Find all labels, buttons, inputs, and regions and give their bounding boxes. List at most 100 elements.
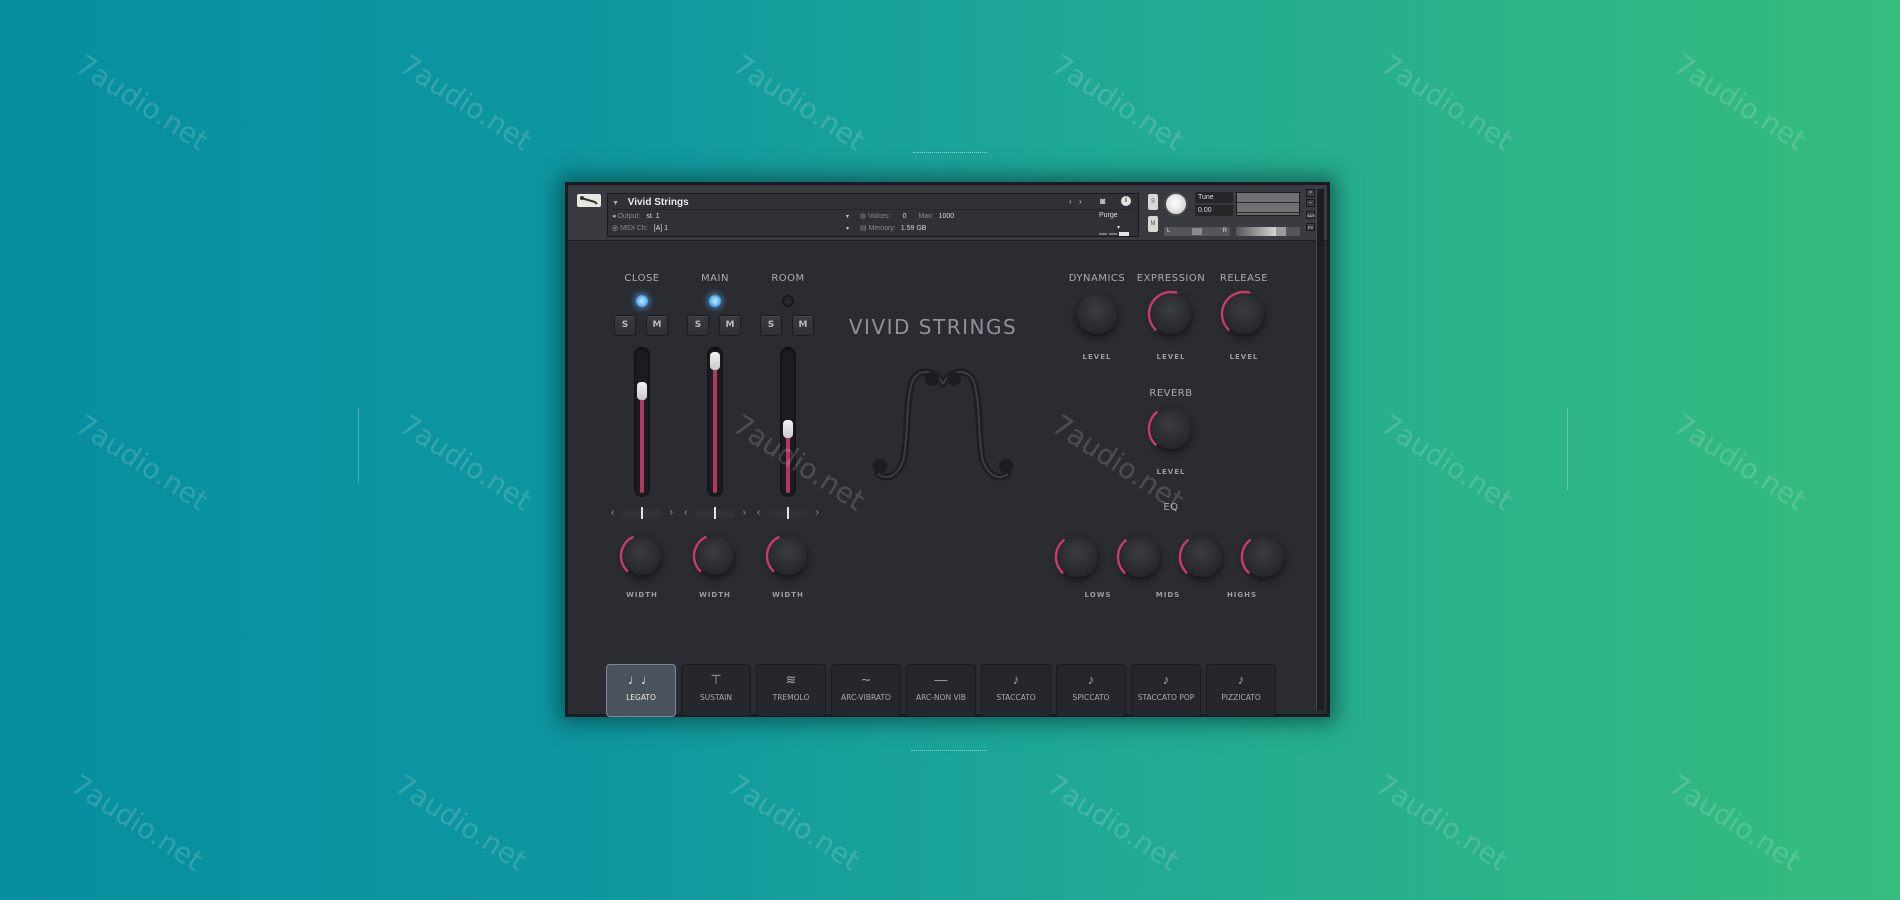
midi-label: MIDI Ch:: [620, 225, 648, 232]
watermark-text: 7audio.net: [727, 48, 871, 158]
dynamics-knob[interactable]: [1077, 294, 1117, 334]
solo-button-close[interactable]: S: [614, 315, 636, 336]
tune-knob[interactable]: [1164, 192, 1188, 216]
pan-position-marker[interactable]: [787, 507, 789, 519]
mic-label-close: CLOSE: [624, 273, 660, 284]
pan-control-room[interactable]: ‹ ›: [755, 506, 821, 520]
voices-value: 0: [902, 213, 907, 220]
minimize-instrument-button[interactable]: –: [1306, 199, 1315, 207]
watermark-text: 7audio.net: [70, 48, 214, 158]
solo-button-main[interactable]: S: [687, 315, 709, 336]
pan-position-marker[interactable]: [641, 507, 643, 519]
max-voices-value[interactable]: 1000: [939, 213, 955, 220]
memory-row: ▤ Memory: 1.59 GB: [860, 223, 926, 235]
eq-knob-4[interactable]: [1240, 537, 1284, 577]
snapshot-camera-icon[interactable]: ◙: [1100, 196, 1105, 206]
fader-thumb[interactable]: [710, 352, 720, 370]
volume-fader-close[interactable]: [634, 347, 650, 497]
mute-button-room[interactable]: M: [792, 315, 814, 336]
midi-dropdown-arrow-icon[interactable]: ▾: [846, 224, 849, 234]
articulation-arc-vibrato[interactable]: ∼ ARC-VIBRATO: [831, 664, 901, 717]
mute-button-close[interactable]: M: [646, 315, 668, 336]
output-value[interactable]: st. 1: [646, 213, 659, 220]
articulation-tremolo[interactable]: ≋ TREMOLO: [756, 664, 826, 717]
next-instrument-icon[interactable]: ›: [1079, 197, 1082, 207]
volume-fader-room[interactable]: [780, 347, 796, 497]
articulation-staccato[interactable]: ♪ STACCATO: [981, 664, 1051, 717]
eq-knob-3[interactable]: [1178, 537, 1222, 577]
release-knob[interactable]: [1220, 290, 1264, 334]
expression-knob[interactable]: [1147, 290, 1191, 334]
instrument-volume-slider[interactable]: [1236, 227, 1300, 236]
width-knob-close[interactable]: [619, 536, 661, 575]
articulation-pizzicato[interactable]: ♪ PIZZICATO: [1206, 664, 1276, 717]
instrument-scrollbar[interactable]: [1316, 189, 1324, 710]
close-instrument-button[interactable]: ×: [1306, 189, 1315, 197]
volume-slider-thumb[interactable]: [1276, 227, 1286, 236]
decorative-line-left: [358, 408, 359, 483]
max-voices-label: Max:: [918, 213, 934, 220]
info-icon[interactable]: i: [1121, 196, 1131, 206]
articulation-staccato-pop[interactable]: ♪ STACCATO POP: [1131, 664, 1201, 717]
instrument-pan-slider[interactable]: L R: [1164, 227, 1230, 236]
instrument-name-row[interactable]: ▼ Vivid Strings: [612, 196, 1134, 210]
articulation-label: STACCATO POP: [1137, 693, 1195, 702]
width-knob-main[interactable]: [692, 536, 734, 575]
fader-thumb[interactable]: [783, 420, 793, 438]
mic-enable-led-main[interactable]: [709, 295, 721, 307]
pan-control-main[interactable]: ‹ ›: [682, 506, 748, 520]
mute-instrument-button[interactable]: M: [1148, 216, 1158, 232]
memory-value: 1.59 GB: [900, 225, 927, 232]
pan-left-arrow-icon[interactable]: ‹: [611, 506, 614, 520]
decorative-dots-top: [913, 152, 987, 154]
pan-slider-thumb[interactable]: [1192, 228, 1202, 235]
instrument-info-box: ▼ Vivid Strings ◂ Output: st. 1 ◎ MIDI C…: [607, 193, 1139, 237]
instrument-name[interactable]: Vivid Strings: [628, 197, 689, 208]
pan-control-close[interactable]: ‹ ›: [609, 506, 675, 520]
pan-right-arrow-icon[interactable]: ›: [670, 506, 673, 520]
midi-value[interactable]: [A] 1: [654, 225, 668, 232]
eq-knob-1[interactable]: [1054, 537, 1098, 577]
articulation-spiccato[interactable]: ♪ SPICCATO: [1056, 664, 1126, 717]
solo-instrument-button[interactable]: S: [1148, 194, 1158, 210]
mic-enable-led-close[interactable]: [636, 295, 648, 307]
staccato-pop-note-icon: ♪: [1162, 672, 1170, 687]
output-dropdown-arrow-icon[interactable]: ▾: [846, 212, 849, 222]
width-label-main: WIDTH: [699, 591, 731, 599]
midi-row[interactable]: ◎ MIDI Ch: [A] 1: [612, 223, 668, 235]
mute-button-main[interactable]: M: [719, 315, 741, 336]
tune-value[interactable]: 0.00: [1195, 205, 1233, 216]
articulation-label: LEGATO: [626, 693, 656, 702]
aux-button[interactable]: AUX: [1306, 211, 1315, 219]
fader-level-fill: [640, 391, 644, 493]
instrument-logo-button[interactable]: [577, 194, 601, 207]
eq-knob-2-value-arc: [1116, 539, 1127, 574]
pv-button[interactable]: PV: [1306, 223, 1315, 231]
articulation-sustain[interactable]: ⊤ SUSTAIN: [681, 664, 751, 717]
watermark-text: 7audio.net: [65, 768, 209, 878]
articulation-legato[interactable]: ♩♩ LEGATO: [606, 664, 676, 717]
pan-right-arrow-icon[interactable]: ›: [743, 506, 746, 520]
mic-enable-led-room[interactable]: [782, 295, 794, 307]
eq-knob-2[interactable]: [1116, 537, 1160, 577]
output-row[interactable]: ◂ Output: st. 1: [612, 211, 660, 223]
sustain-note-icon: ⊤: [710, 672, 722, 687]
collapse-triangle-icon[interactable]: ▼: [612, 200, 619, 207]
width-knob-room[interactable]: [765, 536, 807, 575]
straight-line-icon: —: [934, 672, 948, 687]
volume-fader-main[interactable]: [707, 347, 723, 497]
articulation-arc-non-vib[interactable]: — ARC-NON VIB: [906, 664, 976, 717]
fader-level-fill: [713, 361, 717, 493]
reverb-knob[interactable]: [1147, 409, 1191, 449]
pan-position-marker[interactable]: [714, 507, 716, 519]
reverb-level-label: LEVEL: [1156, 468, 1186, 476]
solo-button-room[interactable]: S: [760, 315, 782, 336]
expression-level-label: LEVEL: [1156, 353, 1186, 361]
eq-label: EQ: [1163, 502, 1179, 513]
pan-right-arrow-icon[interactable]: ›: [816, 506, 819, 520]
pan-left-arrow-icon[interactable]: ‹: [757, 506, 760, 520]
output-meter-mini: [1099, 225, 1131, 243]
prev-instrument-icon[interactable]: ‹: [1069, 197, 1072, 207]
pan-left-arrow-icon[interactable]: ‹: [684, 506, 687, 520]
fader-thumb[interactable]: [637, 382, 647, 400]
